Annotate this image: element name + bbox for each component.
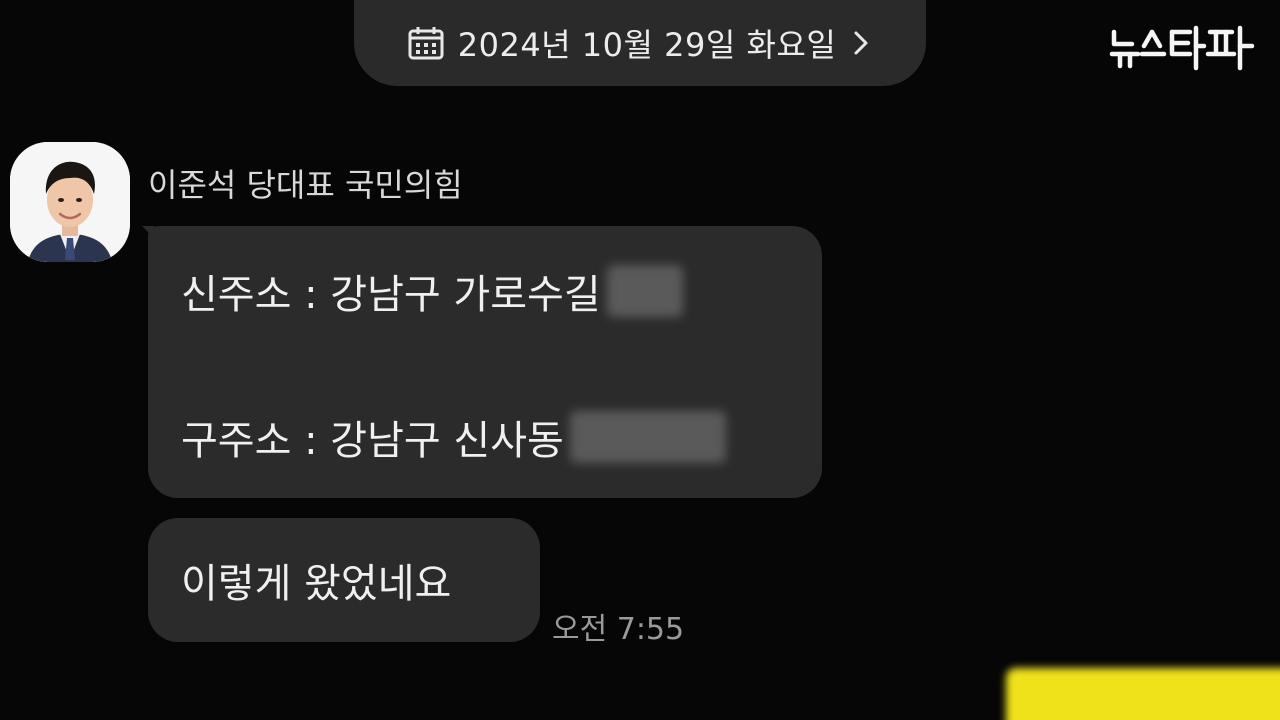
message-text: 이렇게 왔었네요 [181, 561, 452, 607]
new-address-text: 신주소 : 강남구 가로수길 [181, 272, 601, 318]
chat-screen: 2024년 10월 29일 화요일 이준석 당대표 국민의힘 신주소: 강남구… [0, 0, 1280, 720]
message-line-old-address: 구주소 : 강남구 신사동 [181, 408, 726, 466]
chevron-right-icon [850, 28, 872, 58]
message-bubble-followup[interactable]: 이렇게 왔었네요 [148, 518, 540, 642]
calendar-icon [408, 26, 444, 60]
message-bubble-address[interactable]: 신주소 : 강남구 가로수길 구주소 : 강남구 신사동 [148, 226, 822, 498]
date-label: 2024년 10월 29일 화요일 [457, 26, 837, 64]
newstapa-logo [1108, 24, 1258, 82]
highlight-blur [1006, 668, 1280, 720]
redacted-blur [606, 265, 683, 317]
message-timestamp: 오전 7:55 [552, 612, 685, 647]
message-line-new-address: 신주소 : 강남구 가로수길 [181, 262, 683, 320]
sender-name: 이준석 당대표 국민의힘 [148, 166, 463, 204]
avatar[interactable] [10, 142, 130, 262]
redacted-blur [569, 411, 726, 463]
date-header-button[interactable]: 2024년 10월 29일 화요일 [354, 0, 926, 86]
old-address-text: 구주소 : 강남구 신사동 [181, 418, 564, 464]
